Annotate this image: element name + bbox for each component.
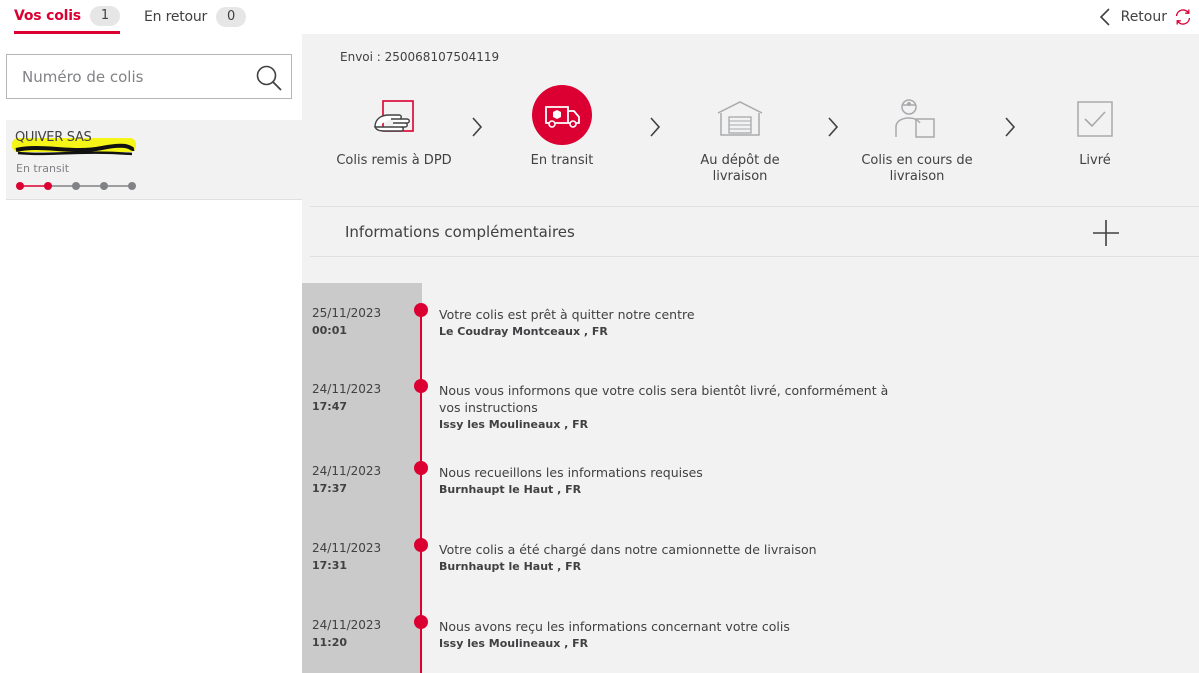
event-dot: [414, 379, 428, 393]
progress-dot: [100, 182, 108, 190]
step-label: Au dépôt de livraison: [700, 153, 780, 184]
event-description: Nous vous informons que votre colis sera…: [439, 382, 909, 433]
event-location: Issy les Moulineaux , FR: [439, 418, 589, 431]
event-date: 25/11/2023: [312, 306, 382, 320]
event-time: 17:31: [312, 559, 348, 572]
depot-icon: [709, 94, 771, 144]
step-label: Colis en cours de livraison: [861, 153, 973, 184]
additional-info-label: Informations complémentaires: [345, 223, 575, 241]
tab-count-badge: 1: [89, 5, 120, 26]
event-location: Burnhaupt le Haut , FR: [439, 560, 582, 573]
search-icon[interactable]: [255, 64, 283, 92]
tab-vos-colis[interactable]: Vos colis 1: [14, 0, 120, 34]
tab-label: En retour: [144, 9, 208, 25]
chevron-right-icon: [828, 117, 839, 137]
progress-dot: [128, 182, 136, 190]
progress-dots: [16, 182, 136, 190]
tab-label: Vos colis: [14, 7, 81, 24]
event-text: Nous vous informons que votre colis sera…: [439, 383, 889, 415]
tracking-panel: Envoi : 250068107504119 Colis remis à DP…: [302, 34, 1199, 673]
event-text: Nous recueillons les informations requis…: [439, 465, 703, 480]
tracking-timeline: 25/11/2023 00:01 Votre colis est prêt à …: [302, 283, 1199, 673]
chevron-right-icon: [472, 117, 483, 137]
checkbox-icon: [1064, 94, 1126, 144]
event-description: Votre colis est prêt à quitter notre cen…: [439, 306, 909, 340]
event-time: 00:01: [312, 324, 348, 337]
event-dot: [414, 538, 428, 552]
back-button[interactable]: Retour: [1099, 0, 1193, 34]
progress-dot: [44, 182, 52, 190]
chevron-right-icon: [650, 117, 661, 137]
step-en-transit: En transit: [502, 85, 622, 169]
refresh-icon: [1175, 9, 1191, 25]
chevron-left-icon: [1099, 8, 1110, 26]
event-date: 24/11/2023: [312, 618, 382, 632]
top-bar: Vos colis 1 En retour 0 Retour: [0, 0, 1199, 34]
tab-count-badge: 0: [216, 7, 247, 27]
event-dot: [414, 615, 428, 629]
parcel-status: En transit: [16, 162, 70, 175]
event-description: Nous recueillons les informations requis…: [439, 464, 909, 498]
hand-over-parcel-icon: [363, 94, 425, 144]
chevron-right-icon: [1005, 117, 1016, 137]
search-input[interactable]: [7, 55, 247, 98]
additional-info-toggle[interactable]: Informations complémentaires: [310, 206, 1199, 257]
event-text: Votre colis a été chargé dans notre cami…: [439, 542, 817, 557]
delivery-van-icon: [531, 85, 593, 145]
step-depot: Au dépôt de livraison: [680, 94, 800, 185]
event-description: Votre colis a été chargé dans notre cami…: [439, 541, 909, 575]
event-dot: [414, 303, 428, 317]
plus-icon[interactable]: [1092, 219, 1120, 247]
shipment-number: Envoi : 250068107504119: [340, 50, 500, 64]
parcel-card[interactable]: QUIVER SAS En transit: [6, 120, 302, 200]
sidebar: QUIVER SAS En transit: [0, 34, 302, 673]
step-label: En transit: [530, 153, 594, 168]
courier-icon: [886, 94, 948, 144]
event-location: Burnhaupt le Haut , FR: [439, 483, 582, 496]
event-text: Nous avons reçu les informations concern…: [439, 619, 790, 634]
event-location: Le Coudray Montceaux , FR: [439, 325, 608, 338]
event-date: 24/11/2023: [312, 464, 382, 478]
date-column: [302, 283, 422, 673]
step-label: Colis remis à DPD: [336, 153, 452, 168]
event-time: 11:20: [312, 636, 348, 649]
event-text: Votre colis est prêt à quitter notre cen…: [439, 307, 695, 322]
step-colis-remis: Colis remis à DPD: [334, 94, 454, 169]
progress-dot: [16, 182, 24, 190]
back-label: Retour: [1120, 9, 1167, 25]
step-en-cours-de-livraison: Colis en cours de livraison: [857, 94, 977, 185]
progress-dot: [72, 182, 80, 190]
event-date: 24/11/2023: [312, 382, 382, 396]
event-time: 17:37: [312, 482, 348, 495]
step-label: Livré: [1079, 153, 1111, 168]
parcel-name: QUIVER SAS: [15, 130, 92, 145]
event-time: 17:47: [312, 400, 348, 413]
event-date: 24/11/2023: [312, 541, 382, 555]
event-location: Issy les Moulineaux , FR: [439, 637, 589, 650]
tab-en-retour[interactable]: En retour 0: [144, 0, 247, 34]
search-box: [6, 54, 292, 99]
event-description: Nous avons reçu les informations concern…: [439, 618, 909, 652]
event-dot: [414, 461, 428, 475]
step-livre: Livré: [1035, 94, 1155, 169]
